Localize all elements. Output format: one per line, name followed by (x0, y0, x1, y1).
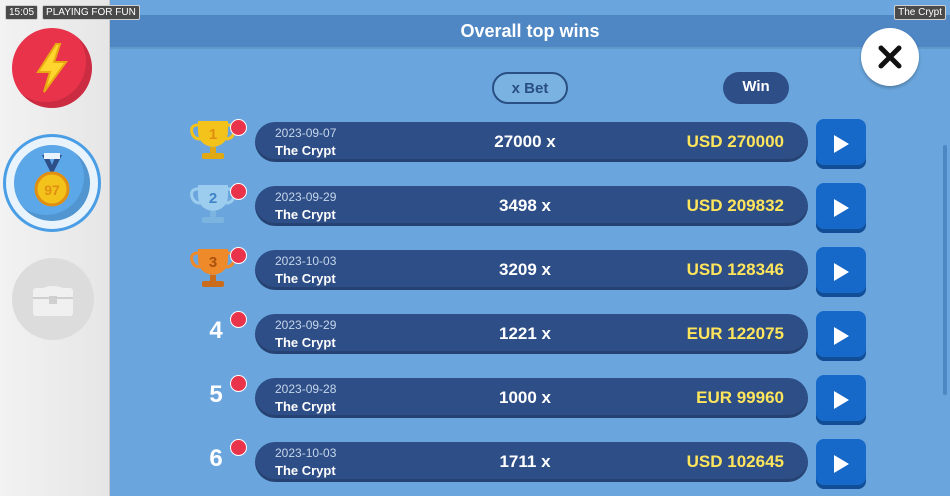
play-icon (834, 455, 849, 473)
win-date: 2023-09-29 (275, 318, 337, 332)
sidebar: 97 (0, 0, 110, 496)
panel-title: Overall top wins (110, 15, 950, 47)
rank-label: 2 (209, 190, 217, 207)
win-multiplier: 3498 x (499, 196, 551, 215)
rank-label: 5 (209, 381, 223, 408)
list-item: 2 2023-09-29 The Crypt 3498 x USD 209832 (110, 177, 950, 235)
replay-button[interactable] (816, 247, 866, 297)
replay-button[interactable] (816, 439, 866, 489)
win-amount: EUR 122075 (686, 324, 784, 343)
win-date: 2023-10-03 (275, 254, 337, 268)
sidebar-item-chest[interactable] (12, 258, 94, 340)
win-date: 2023-09-28 (275, 382, 337, 396)
win-amount: USD 209832 (686, 196, 784, 215)
rank-label: 3 (209, 254, 217, 271)
bolt-badge-icon (230, 183, 247, 200)
win-entry: 2023-09-29 The Crypt 3498 x USD 209832 (255, 186, 808, 226)
win-multiplier: 3209 x (499, 260, 551, 279)
win-game: The Crypt (275, 271, 336, 286)
status-bar: 15:05 PLAYING FOR FUN (5, 5, 140, 20)
win-entry: 2023-09-07 The Crypt 27000 x USD 270000 (255, 122, 808, 162)
sidebar-item-medal[interactable]: 97 (3, 134, 101, 232)
replay-button[interactable] (816, 375, 866, 425)
medal-icon: 97 (34, 153, 70, 207)
win-game: The Crypt (275, 207, 336, 222)
bolt-badge-icon (230, 375, 247, 392)
win-entry: 2023-10-03 The Crypt 3209 x USD 128346 (255, 250, 808, 290)
replay-button[interactable] (816, 183, 866, 233)
win-amount: USD 128346 (686, 260, 784, 279)
top-wins-panel: Overall top wins x Bet Win 1 2023-09-07 … (110, 15, 950, 496)
list-item: 3 2023-10-03 The Crypt 3209 x USD 128346 (110, 241, 950, 299)
win-entry: 2023-10-03 The Crypt 1711 x USD 102645 (255, 442, 808, 482)
close-icon (878, 45, 902, 69)
list-item: 4 2023-09-29 The Crypt 1221 x EUR 122075 (110, 305, 950, 363)
win-date: 2023-09-29 (275, 190, 337, 204)
play-mode-label: PLAYING FOR FUN (42, 5, 140, 20)
win-entry: 2023-09-29 The Crypt 1221 x EUR 122075 (255, 314, 808, 354)
win-date: 2023-09-07 (275, 126, 337, 140)
game-name-label: The Crypt (894, 5, 946, 20)
play-icon (834, 199, 849, 217)
play-icon (834, 135, 849, 153)
bolt-badge-icon (230, 311, 247, 328)
win-game: The Crypt (275, 335, 336, 350)
bolt-badge-icon (230, 439, 247, 456)
win-date: 2023-10-03 (275, 446, 337, 460)
close-button[interactable] (861, 28, 919, 86)
win-game: The Crypt (275, 463, 336, 478)
lightning-icon (36, 43, 68, 93)
play-icon (834, 391, 849, 409)
rank-label: 4 (209, 317, 223, 344)
win-entry: 2023-09-28 The Crypt 1000 x EUR 99960 (255, 378, 808, 418)
list-item: 5 2023-09-28 The Crypt 1000 x EUR 99960 (110, 369, 950, 427)
win-multiplier: 1711 x (499, 452, 551, 471)
win-amount: USD 270000 (686, 132, 784, 151)
chest-icon (33, 286, 73, 316)
win-game: The Crypt (275, 399, 336, 414)
play-icon (834, 327, 849, 345)
medal-bg: 97 (14, 145, 90, 221)
medal-text: 97 (44, 182, 60, 198)
sidebar-item-bolt[interactable] (12, 28, 92, 108)
rank-label: 6 (209, 445, 223, 472)
win-multiplier: 1000 x (499, 388, 551, 407)
list-item: 6 2023-10-03 The Crypt 1711 x USD 102645 (110, 433, 950, 491)
list-item: 1 2023-09-07 The Crypt 27000 x USD 27000… (110, 113, 950, 171)
sort-by-win-button[interactable]: Win (723, 72, 789, 104)
replay-button[interactable] (816, 119, 866, 169)
win-amount: EUR 99960 (696, 388, 784, 407)
play-icon (834, 263, 849, 281)
bolt-badge-icon (230, 119, 247, 136)
sort-by-bet-button[interactable]: x Bet (492, 72, 568, 104)
win-amount: USD 102645 (686, 452, 784, 471)
win-game: The Crypt (275, 143, 336, 158)
win-multiplier: 27000 x (494, 132, 556, 151)
replay-button[interactable] (816, 311, 866, 361)
clock-label: 15:05 (5, 5, 39, 20)
win-multiplier: 1221 x (499, 324, 551, 343)
bolt-badge-icon (230, 247, 247, 264)
rank-label: 1 (209, 126, 217, 143)
